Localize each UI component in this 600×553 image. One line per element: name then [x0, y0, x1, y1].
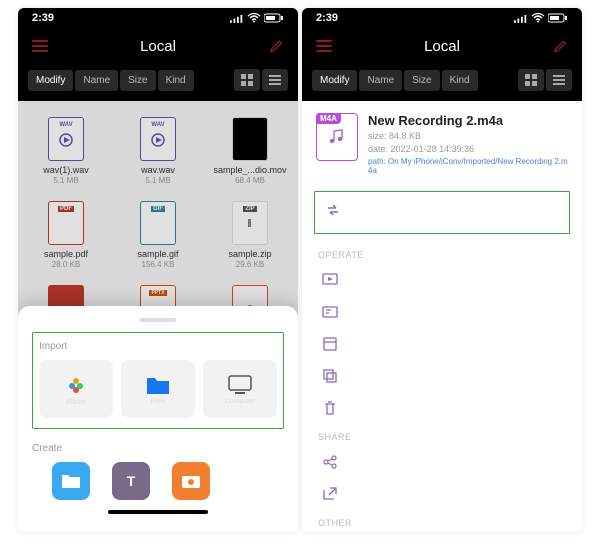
- tab-size[interactable]: Size: [120, 70, 155, 91]
- zip-action[interactable]: [302, 328, 582, 360]
- left-screenshot: 2:39 Local Modify Name Size Kind WAVwav(…: [18, 8, 298, 532]
- home-indicator[interactable]: [108, 510, 208, 514]
- folder-icon: [145, 374, 171, 396]
- status-time: 2:39: [316, 12, 338, 24]
- status-bar: 2:39: [18, 8, 298, 28]
- list-view-icon[interactable]: [546, 69, 572, 91]
- tab-kind[interactable]: Kind: [158, 70, 194, 91]
- m4a-file-icon: M4A: [316, 113, 358, 161]
- tab-modify[interactable]: Modify: [312, 70, 357, 91]
- camera-icon: [181, 473, 201, 489]
- battery-icon: [548, 13, 568, 23]
- computer-icon: [227, 374, 253, 396]
- import-files-button[interactable]: Files: [121, 360, 195, 418]
- menu-icon[interactable]: [32, 40, 48, 52]
- rename-icon: [322, 304, 338, 320]
- import-album-button[interactable]: Album: [39, 360, 113, 418]
- file-item[interactable]: WAVwav(1).wav5.1 MB: [22, 111, 110, 191]
- convert-action[interactable]: [314, 191, 570, 234]
- status-time: 2:39: [32, 12, 54, 24]
- status-icons: [514, 13, 568, 23]
- other-header: OTHER: [302, 510, 582, 532]
- file-item[interactable]: ZIPsample.zip29.6 KB: [206, 195, 294, 275]
- file-name: New Recording 2.m4a: [368, 113, 568, 128]
- file-date-line: date: 2022-01-28 14:39:36: [368, 143, 568, 156]
- play-slides-icon: [322, 272, 338, 288]
- import-label: Import: [39, 341, 277, 352]
- photos-icon: [64, 373, 88, 397]
- menu-icon[interactable]: [316, 40, 332, 52]
- sort-tabs: Modify Name Size Kind: [18, 63, 298, 101]
- tab-size[interactable]: Size: [404, 70, 439, 91]
- export-action[interactable]: [302, 478, 582, 510]
- export-icon: [322, 486, 338, 502]
- file-path-line: path: On My iPhone/iConv/Imported/New Re…: [368, 157, 568, 175]
- right-screenshot: 2:39 Local Modify Name Size Kind M4A: [302, 8, 582, 532]
- create-folder-button[interactable]: [52, 462, 90, 500]
- status-icons: [230, 13, 284, 23]
- new-folder-icon: [61, 473, 81, 489]
- copy-action[interactable]: [302, 360, 582, 392]
- header: Local: [302, 28, 582, 63]
- create-text-button[interactable]: T: [112, 462, 150, 500]
- list-view-icon[interactable]: [262, 69, 288, 91]
- file-item[interactable]: GIFsample.gif156.4 KB: [114, 195, 202, 275]
- edit-icon[interactable]: [269, 38, 284, 53]
- tab-name[interactable]: Name: [359, 70, 402, 91]
- delete-action[interactable]: [302, 392, 582, 424]
- file-item[interactable]: PDFsample.pdf28.0 KB: [22, 195, 110, 275]
- music-note-icon: [328, 128, 346, 146]
- import-section: Import Album Files Computer: [32, 332, 284, 429]
- create-row: T: [32, 462, 284, 500]
- battery-icon: [264, 13, 284, 23]
- header-title: Local: [140, 38, 176, 55]
- grid-view-icon[interactable]: [518, 69, 544, 91]
- svg-text:T: T: [127, 473, 136, 489]
- file-item[interactable]: WAVwav.wav5.1 MB: [114, 111, 202, 191]
- header-title: Local: [424, 38, 460, 55]
- text-icon: T: [122, 472, 140, 490]
- file-item[interactable]: sample_...dio.mov68.4 MB: [206, 111, 294, 191]
- share-action[interactable]: [302, 446, 582, 478]
- header: Local: [18, 28, 298, 63]
- sort-tabs: Modify Name Size Kind: [302, 63, 582, 101]
- bottom-sheet: Import Album Files Computer: [18, 306, 298, 532]
- play-action[interactable]: [302, 264, 582, 296]
- tab-name[interactable]: Name: [75, 70, 118, 91]
- operate-header: OPERATE: [302, 242, 582, 264]
- tab-kind[interactable]: Kind: [442, 70, 478, 91]
- edit-icon[interactable]: [553, 38, 568, 53]
- rename-action[interactable]: [302, 296, 582, 328]
- tab-modify[interactable]: Modify: [28, 70, 73, 91]
- status-bar: 2:39: [302, 8, 582, 28]
- trash-icon: [322, 400, 338, 416]
- import-computer-button[interactable]: Computer: [203, 360, 277, 418]
- sheet-handle[interactable]: [140, 318, 176, 322]
- convert-icon: [325, 202, 341, 218]
- wifi-icon: [247, 13, 261, 23]
- grid-view-icon[interactable]: [234, 69, 260, 91]
- create-label: Create: [32, 443, 284, 454]
- signal-icon: [230, 14, 244, 23]
- share-icon: [322, 454, 338, 470]
- signal-icon: [514, 14, 528, 23]
- archive-icon: [322, 336, 338, 352]
- create-camera-button[interactable]: [172, 462, 210, 500]
- file-size-line: size: 84.8 KB: [368, 130, 568, 143]
- copy-icon: [322, 368, 338, 384]
- wifi-icon: [531, 13, 545, 23]
- share-header: SHARE: [302, 424, 582, 446]
- file-detail: M4A New Recording 2.m4a size: 84.8 KB da…: [302, 101, 582, 187]
